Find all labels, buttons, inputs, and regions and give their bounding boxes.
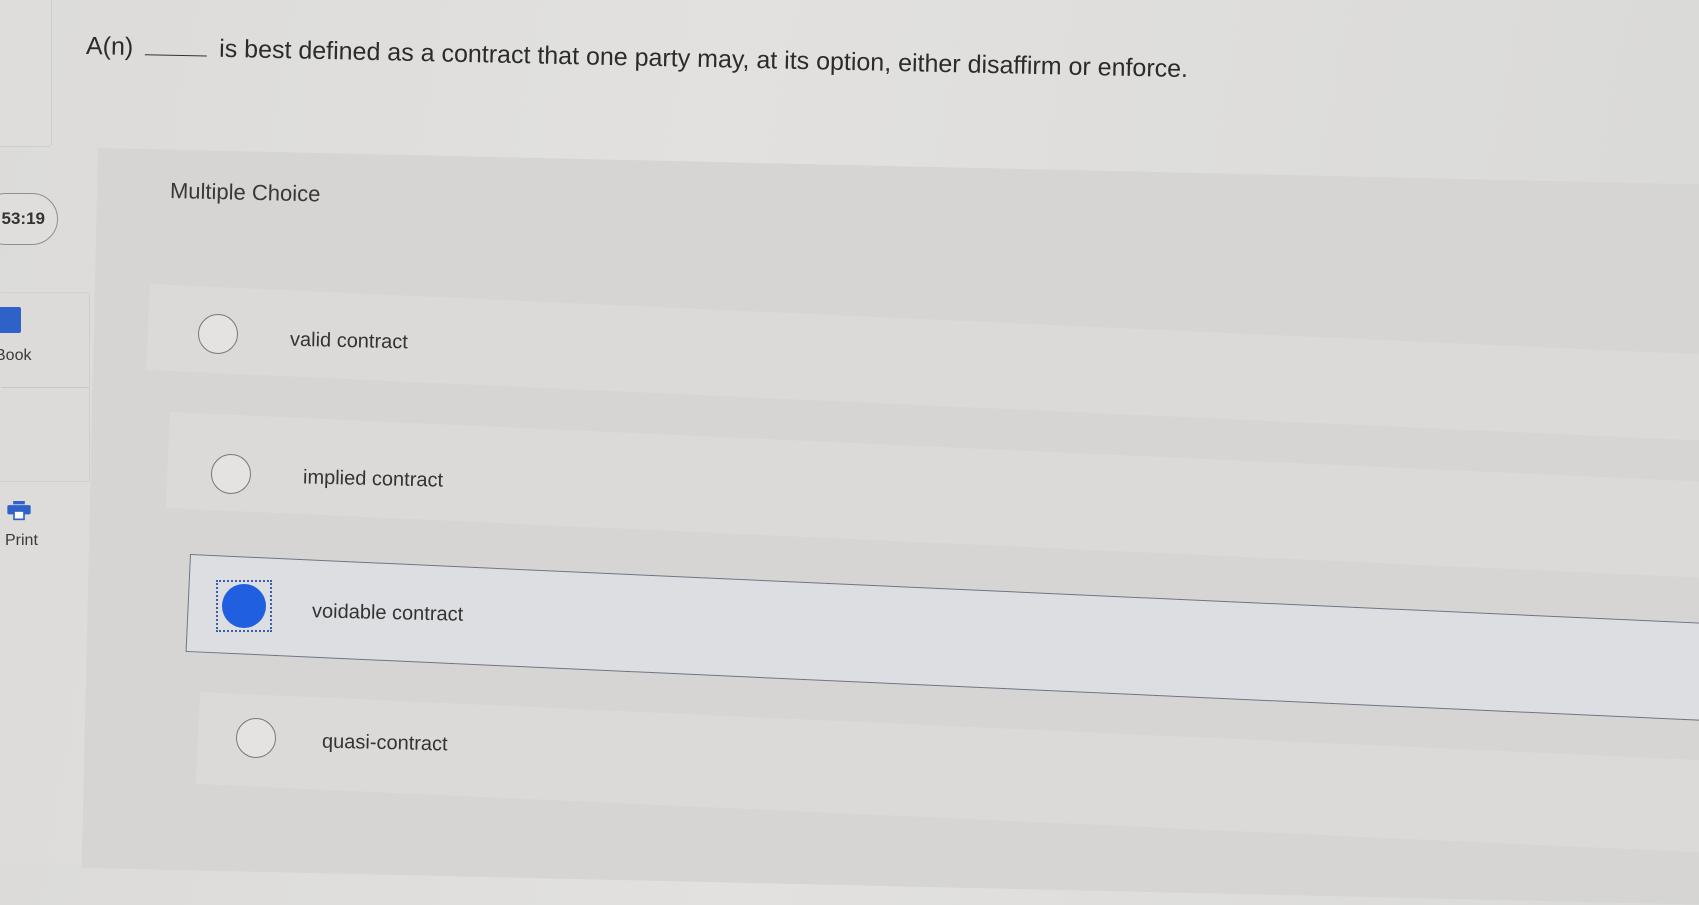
print-label: Print: [5, 532, 38, 549]
book-icon: [0, 307, 21, 333]
option-4-radio[interactable]: [236, 718, 276, 758]
question-prefix: A(n): [85, 32, 134, 61]
option-4-label: quasi-contract: [321, 730, 448, 756]
option-3-radio[interactable]: [222, 584, 266, 628]
multiple-choice-title: Multiple Choice: [169, 178, 321, 207]
ebook-button[interactable]: Book: [0, 293, 89, 387]
option-2-label: implied contract: [302, 466, 444, 492]
option-3-label: voidable contract: [311, 600, 464, 626]
question-suffix: is best defined as a contract that one p…: [218, 34, 1189, 84]
option-1-label: valid contract: [289, 328, 409, 354]
option-2-radio[interactable]: [211, 454, 251, 494]
timer[interactable]: :53:19: [0, 193, 58, 245]
tool-panel: Book Print: [0, 292, 90, 549]
printer-icon: [7, 501, 31, 521]
timer-value: :53:19: [0, 209, 45, 228]
question-blank: [145, 36, 208, 57]
print-button[interactable]: Print: [0, 387, 89, 549]
option-1-radio[interactable]: [198, 314, 238, 354]
ebook-label: Book: [0, 347, 32, 364]
question-text: A(n) is best defined as a contract that o…: [86, 32, 1189, 84]
sidebar-top-card: [0, 0, 52, 147]
